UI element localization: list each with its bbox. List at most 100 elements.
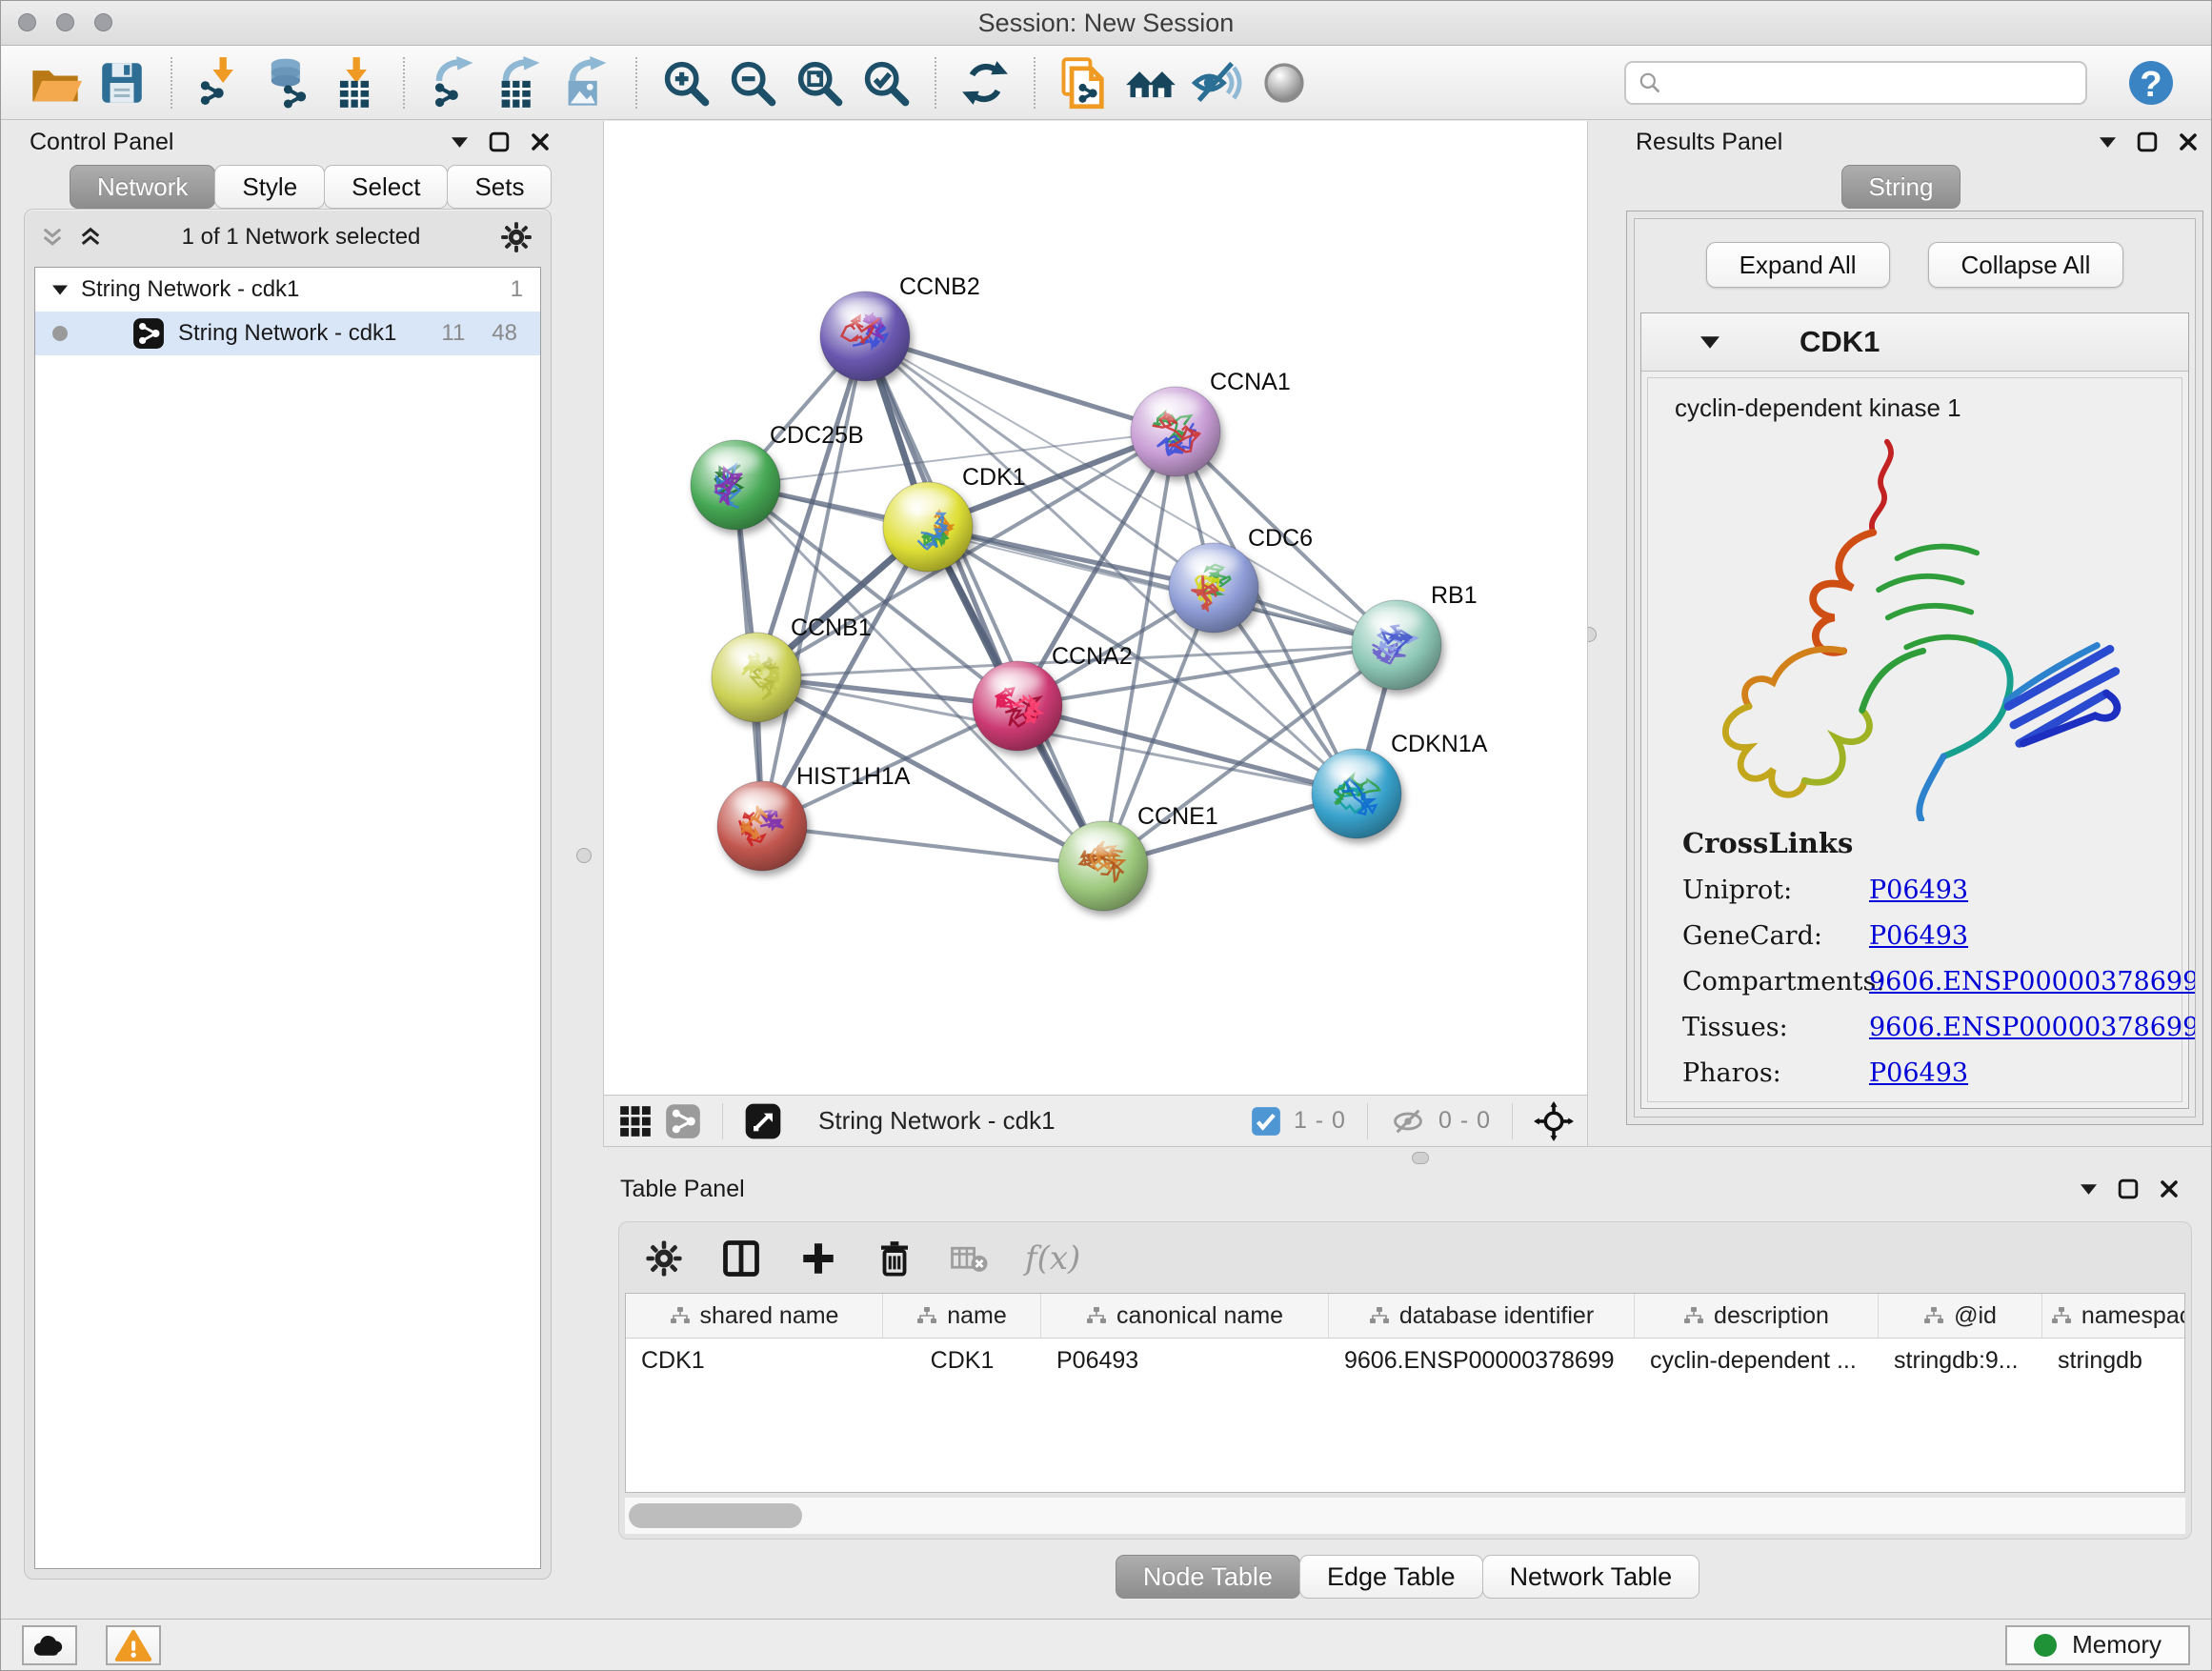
table-cell[interactable]: CDK1 (626, 1339, 883, 1382)
horizontal-scrollbar[interactable] (625, 1497, 2185, 1534)
hide-eye-button[interactable] (1188, 52, 1247, 113)
network-node-CCNA2[interactable] (973, 661, 1062, 751)
export-network-button[interactable] (424, 52, 483, 113)
zoom-out-button[interactable] (723, 52, 782, 113)
network-canvas[interactable]: CCNB2CCNA1CDC25BCDK1CDC6RB1CCNB1CCNA2CDK… (604, 121, 1587, 1094)
selected-checkbox-icon[interactable] (1250, 1105, 1282, 1137)
gear-icon[interactable] (499, 220, 533, 254)
search-box[interactable] (1624, 61, 2087, 105)
tab-string-results[interactable]: String (1841, 165, 1961, 209)
column-header-canonical-name[interactable]: canonical name (1041, 1294, 1329, 1338)
network-row-selected[interactable]: String Network - cdk1 11 48 (35, 312, 540, 355)
network-node-HIST1H1A[interactable] (717, 781, 807, 871)
network-node-CCNB2[interactable] (820, 292, 910, 381)
panel-menu-icon[interactable] (452, 137, 468, 148)
panel-menu-icon[interactable] (2100, 137, 2116, 148)
section-expander-icon[interactable] (1700, 336, 1719, 349)
vertical-splitter-handle-left[interactable] (576, 848, 592, 863)
column-header--id[interactable]: @id (1879, 1294, 2042, 1338)
collapse-all-icon[interactable] (40, 227, 65, 248)
pharos-link[interactable]: P06493 (1869, 1058, 1968, 1088)
home-networks-button[interactable] (1121, 52, 1180, 113)
import-database-button[interactable] (258, 52, 317, 113)
tab-node-table[interactable]: Node Table (1116, 1555, 1300, 1599)
network-share-icon[interactable] (665, 1103, 701, 1139)
close-panel-icon[interactable] (531, 132, 550, 151)
float-panel-icon[interactable] (2137, 131, 2158, 152)
network-node-CDC6[interactable] (1169, 543, 1258, 633)
show-columns-icon[interactable] (720, 1238, 762, 1279)
export-image-button[interactable] (557, 52, 616, 113)
table-cell[interactable]: P06493 (1041, 1339, 1329, 1382)
grayscale-sphere-button[interactable] (1255, 52, 1314, 113)
import-table-button[interactable] (325, 52, 384, 113)
export-table-button[interactable] (491, 52, 550, 113)
network-edge[interactable] (762, 336, 865, 826)
table-cell[interactable]: stringdb (2042, 1339, 2185, 1382)
table-row[interactable]: CDK1CDK1P064939606.ENSP00000378699cyclin… (626, 1339, 2184, 1382)
fit-selected-crosshair-icon[interactable] (1534, 1101, 1574, 1141)
birds-eye-view-icon[interactable] (744, 1102, 782, 1140)
network-node-CDC25B[interactable] (691, 440, 780, 530)
save-session-button[interactable] (92, 52, 151, 113)
float-panel-icon[interactable] (2118, 1178, 2139, 1199)
tab-edge-table[interactable]: Edge Table (1299, 1555, 1483, 1599)
collapse-all-button[interactable]: Collapse All (1928, 242, 2124, 288)
open-session-button[interactable] (26, 52, 85, 113)
table-cell[interactable]: stringdb:9... (1879, 1339, 2042, 1382)
network-node-CCNE1[interactable] (1058, 821, 1148, 911)
genecard-link[interactable]: P06493 (1869, 921, 1968, 951)
share-session-file-button[interactable] (1055, 52, 1114, 113)
hidden-eye-icon[interactable] (1389, 1105, 1427, 1137)
network-node-CDK1[interactable] (883, 482, 973, 572)
float-panel-icon[interactable] (489, 131, 510, 152)
delete-column-trash-icon[interactable] (875, 1238, 915, 1278)
zoom-fit-button[interactable] (790, 52, 849, 113)
grid-view-icon[interactable] (617, 1103, 654, 1139)
import-network-button[interactable] (191, 52, 251, 113)
table-settings-gear-icon[interactable] (644, 1238, 684, 1278)
zoom-in-button[interactable] (656, 52, 715, 113)
close-panel-icon[interactable] (2179, 132, 2198, 151)
gene-section-header[interactable]: CDK1 (1641, 313, 2188, 372)
column-header-database-identifier[interactable]: database identifier (1329, 1294, 1635, 1338)
network-node-CDKN1A[interactable] (1312, 749, 1401, 838)
zoom-selected-button[interactable] (856, 52, 915, 113)
close-panel-icon[interactable] (2160, 1179, 2179, 1198)
table-cell[interactable]: cyclin-dependent ... (1635, 1339, 1879, 1382)
scrollbar-thumb[interactable] (629, 1503, 802, 1528)
tab-style[interactable]: Style (214, 165, 325, 209)
add-column-icon[interactable] (798, 1238, 838, 1278)
network-node-CCNB1[interactable] (712, 633, 801, 722)
network-edge[interactable] (928, 527, 1397, 645)
uniprot-link[interactable]: P06493 (1869, 876, 1968, 905)
cloud-status-button[interactable] (22, 1625, 77, 1665)
network-node-RB1[interactable] (1352, 600, 1441, 690)
network-collection-row[interactable]: String Network - cdk1 1 (35, 268, 540, 312)
column-header-shared-name[interactable]: shared name (626, 1294, 883, 1338)
warning-status-button[interactable] (106, 1625, 161, 1665)
table-cell[interactable]: 9606.ENSP00000378699 (1329, 1339, 1635, 1382)
tissues-link[interactable]: 9606.ENSP00000378699 (1869, 1013, 2196, 1042)
column-header-name[interactable]: name (883, 1294, 1041, 1338)
table-cell[interactable]: CDK1 (883, 1339, 1041, 1382)
network-node-CCNA1[interactable] (1131, 387, 1220, 476)
help-button[interactable]: ? (2122, 52, 2181, 113)
column-header-description[interactable]: description (1635, 1294, 1879, 1338)
tab-select[interactable]: Select (324, 165, 448, 209)
compartments-link[interactable]: 9606.ENSP00000378699 (1869, 967, 2196, 997)
refresh-layout-button[interactable] (955, 52, 1015, 113)
tab-sets[interactable]: Sets (447, 165, 552, 209)
memory-button[interactable]: Memory (2005, 1625, 2190, 1665)
column-header-namespace[interactable]: namespace (2042, 1294, 2185, 1338)
tab-network-table[interactable]: Network Table (1482, 1555, 1700, 1599)
search-input[interactable] (1672, 69, 2074, 97)
network-edge[interactable] (762, 826, 1103, 866)
expand-all-icon[interactable] (78, 227, 103, 248)
tab-network[interactable]: Network (70, 165, 215, 209)
horizontal-splitter-handle[interactable] (1412, 1152, 1429, 1164)
expander-icon[interactable] (52, 285, 68, 295)
expand-all-button[interactable]: Expand All (1706, 242, 1890, 288)
network-edge[interactable] (865, 336, 1176, 432)
panel-menu-icon[interactable] (2081, 1184, 2097, 1195)
